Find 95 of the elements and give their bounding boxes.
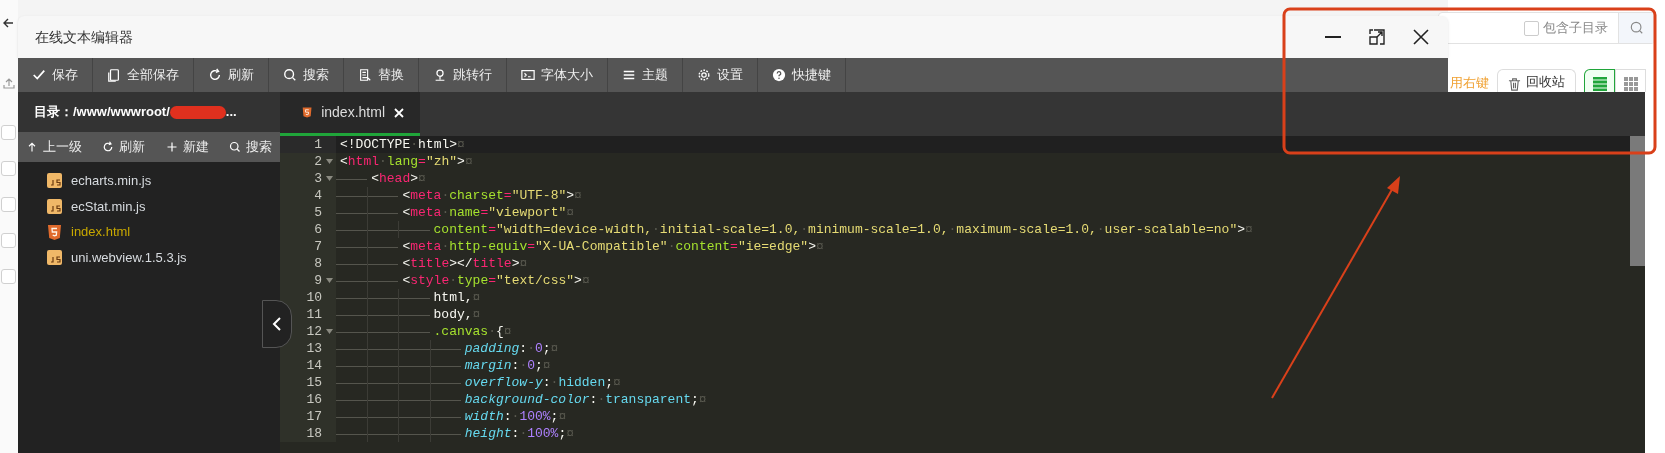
line-number: 4 [314,187,322,204]
line-number: 7 [314,238,322,255]
row-checkbox[interactable] [1,233,16,248]
code-line: background-color:·transparent;¤ [463,391,707,408]
help-icon [772,68,786,82]
line-number: 13 [306,340,322,357]
line-number: 11 [306,306,322,323]
code-line: padding:·0;¤ [463,340,559,357]
line-number: 2 [314,153,322,170]
line-number: 6 [314,221,322,238]
document-icon [358,68,372,82]
line-number: 1 [314,136,322,153]
code-line: html,¤ [432,289,481,306]
row-checkbox[interactable] [1,125,16,140]
code-line: <head>¤ [370,170,426,187]
row-checkbox[interactable] [1,269,16,284]
sidebar-action-button[interactable]: 搜索 [229,137,272,157]
recycle-bin-button[interactable]: 回收站 [1497,69,1576,92]
file-item[interactable]: echarts.min.js [18,168,280,194]
line-number: 9 [314,272,322,289]
menu-icon [622,68,636,82]
list-view-button[interactable] [1584,69,1615,92]
fold-arrow-icon[interactable] [325,159,333,164]
terminal-icon [521,68,535,82]
code-line: margin:·0;¤ [463,357,551,374]
fold-arrow-icon[interactable] [325,176,333,181]
code-line: <meta·charset="UTF-8">¤ [401,187,582,204]
search-icon [1629,21,1644,35]
sidebar-action-button[interactable]: 新建 [165,137,209,157]
grid-icon [1623,77,1638,91]
code-line: width:·100%;¤ [463,408,567,425]
checkbox-label: 包含子目录 [1543,19,1608,38]
code-line: <!DOCTYPE·html>¤ [339,136,465,153]
chevron-left-icon [272,316,282,332]
location-pin-icon [433,68,447,82]
checkbox[interactable] [1524,20,1539,36]
code-line: <meta·name="viewport"¤ [401,204,575,221]
directory-path: 目录：/www/wwwroot/ [34,103,170,122]
line-number: 12 [306,323,322,340]
collapse-sidebar-button[interactable] [262,300,292,348]
line-number: 8 [314,255,322,272]
line-number: 18 [306,425,322,442]
js-file-icon [47,173,62,189]
line-number: 10 [306,289,322,306]
minimize-icon [1325,36,1341,38]
close-tab-icon[interactable] [394,107,404,118]
file-item[interactable]: uni.webview.1.5.3.js [18,245,280,271]
html-file-icon [47,224,62,240]
js-file-icon [47,199,62,215]
window-title: 在线文本编辑器 [35,27,133,47]
search-icon [283,68,297,82]
refresh-icon [102,141,115,153]
trash-icon [1508,78,1521,91]
code-line: <style·type="text/css">¤ [401,272,590,289]
code-line: overflow-y:·hidden;¤ [463,374,621,391]
editor-tab[interactable]: index.html [280,92,420,136]
list-icon [1592,77,1607,91]
sidebar-action-button[interactable]: 上一级 [26,137,82,157]
fold-arrow-icon[interactable] [325,278,333,283]
plus-icon [165,141,178,153]
line-number: 14 [306,357,322,374]
settings-icon [697,68,711,82]
line-number: 5 [314,204,322,221]
code-line: content="width=device-width,·initial-scale=1.0,·minimum-scale=1.0,·maximum-scale=1.0,·user-scalable=no">¤ [432,221,1253,238]
line-number: 16 [306,391,322,408]
line-number: 15 [306,374,322,391]
sidebar-action-button[interactable]: 刷新 [102,137,146,157]
line-number: 17 [306,408,322,425]
file-item[interactable]: index.html [18,219,280,246]
search-icon [229,141,241,153]
row-checkbox[interactable] [1,161,16,176]
redaction-mark [169,105,226,119]
code-line: <html·lang="zh">¤ [339,153,473,170]
back-arrow-icon[interactable] [2,17,14,29]
js-file-icon [47,250,62,266]
vertical-scrollbar[interactable] [1630,136,1645,266]
code-line: <meta·http-equiv="X-UA-Compatible"·content="ie=edge">¤ [401,238,824,255]
check-icon [32,68,46,82]
row-checkbox[interactable] [1,197,16,212]
refresh-icon [208,68,222,82]
code-line: <title></title>¤ [401,255,528,272]
grid-view-button[interactable] [1615,69,1646,92]
hint-text: 用右键 [1450,73,1489,92]
line-number: 3 [314,170,322,187]
code-line: height:·100%;¤ [463,425,575,442]
code-line: body,¤ [432,306,481,323]
search-button[interactable] [1618,13,1654,43]
html-file-icon [302,105,313,120]
copy-icon [107,68,121,82]
fold-arrow-icon[interactable] [325,329,333,334]
upload-icon[interactable] [3,77,15,89]
directory-path-ellipsis: ... [225,103,237,122]
code-line: .canvas·{¤ [432,323,512,340]
file-item[interactable]: ecStat.min.js [18,193,280,220]
up-arrow-icon [26,141,38,153]
